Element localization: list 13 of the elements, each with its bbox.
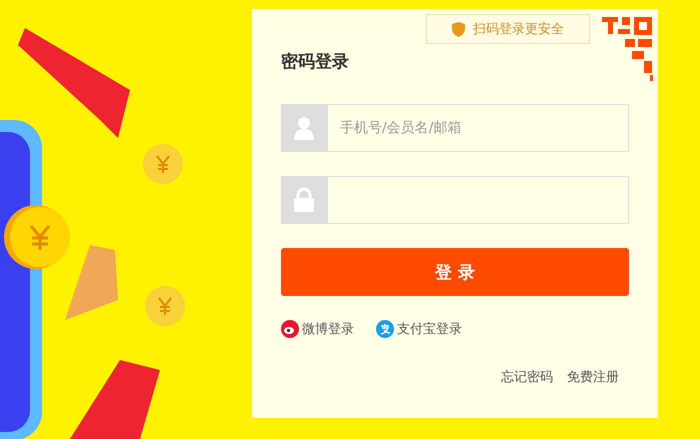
password-field[interactable] <box>328 176 629 224</box>
lock-icon <box>281 176 328 224</box>
weibo-icon <box>281 320 299 338</box>
login-title: 密码登录 <box>281 51 349 73</box>
username-field[interactable]: 手机号/会员名/邮箱 <box>328 104 629 152</box>
shield-icon <box>452 22 465 36</box>
footer-link[interactable]: 免费注册 <box>567 368 619 386</box>
social-login-link[interactable]: 支付宝登录 <box>376 320 462 338</box>
qr-tip-text: 扫码登录更安全 <box>473 21 564 38</box>
alipay-icon <box>376 320 394 338</box>
footer-link[interactable]: 忘记密码 <box>501 368 553 386</box>
user-icon <box>281 104 328 152</box>
social-login-link[interactable]: 微博登录 <box>281 320 354 338</box>
